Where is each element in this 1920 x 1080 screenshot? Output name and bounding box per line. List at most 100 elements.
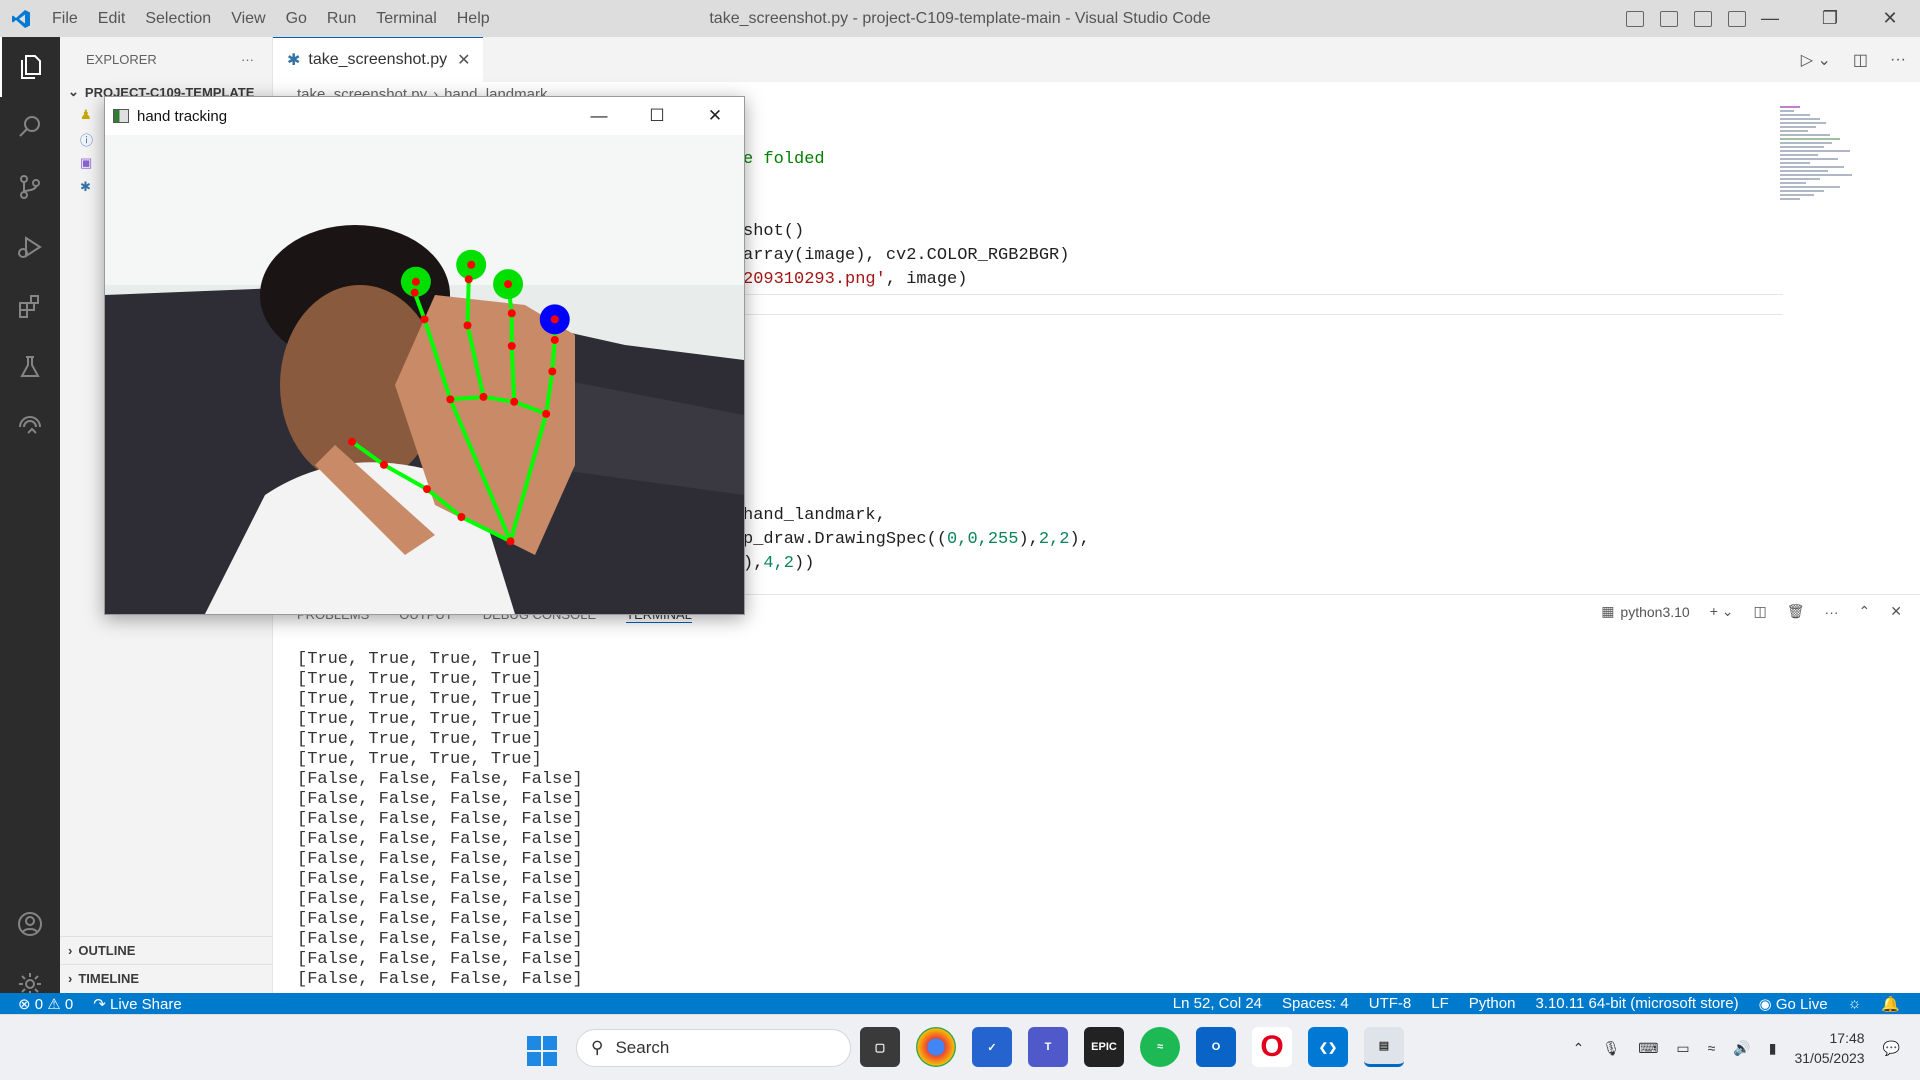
epic-games-icon[interactable]: EPIC (1084, 1027, 1124, 1067)
notification-center-icon[interactable]: 💬 (1883, 1040, 1900, 1057)
line-ending[interactable]: LF (1431, 995, 1449, 1012)
close-button[interactable]: ✕ (1860, 0, 1920, 37)
terminal-line: [True, True, True, True] (297, 650, 542, 669)
toggle-secondary-sidebar-icon[interactable] (1694, 10, 1712, 27)
terminal-selector[interactable]: ▦ python3.10 (1601, 603, 1690, 620)
run-debug-icon[interactable] (0, 217, 60, 277)
microphone-icon[interactable]: 🎙 (1602, 1040, 1620, 1057)
testing-icon[interactable] (0, 337, 60, 397)
chevron-up-icon[interactable]: ⌃ (1573, 1040, 1585, 1057)
code-line: p_draw.DrawingSpec((0,0,255),2,2), (743, 530, 1090, 549)
file-explorer-icon[interactable]: ▢ (860, 1027, 900, 1067)
outline-section[interactable]: › OUTLINE (60, 936, 272, 964)
go-live-button[interactable]: ◉ Go Live (1759, 995, 1828, 1013)
hand-landmark-point (422, 485, 431, 494)
warning-count: 0 (64, 995, 74, 1013)
webcam-frame (105, 135, 744, 614)
python-interpreter[interactable]: 3.10.11 64-bit (microsoft store) (1535, 995, 1738, 1012)
minimize-button[interactable]: — (570, 97, 628, 135)
code-line: array(image), cv2.COLOR_RGB2BGR) (743, 246, 1070, 265)
system-tray: ⌃ 🎙 ⌨ ▭ ≈ 🔊 ▮ 17:48 31/05/2023 💬 (1573, 1015, 1900, 1080)
windows-taskbar: ⚲ Search ▢ ✓ T EPIC ≈ O O ❮❯ ▤ ⌃ 🎙 ⌨ ▭ ≈… (0, 1014, 1920, 1080)
menu-selection[interactable]: Selection (135, 10, 221, 28)
hand-landmark-point (507, 309, 516, 318)
maximize-panel-icon[interactable]: ⌃ (1859, 603, 1871, 620)
more-actions-icon[interactable]: ··· (1825, 604, 1839, 620)
chevron-down-icon: ⌄ (68, 84, 79, 99)
menu-view[interactable]: View (221, 10, 275, 28)
new-terminal-icon[interactable]: + ⌄ (1710, 603, 1734, 620)
search-icon[interactable] (0, 97, 60, 157)
todo-icon[interactable]: ✓ (972, 1027, 1012, 1067)
taskbar-search[interactable]: ⚲ Search (576, 1029, 851, 1067)
opera-icon[interactable]: O (1252, 1027, 1292, 1067)
remote-explorer-icon[interactable] (0, 397, 60, 457)
battery-icon[interactable]: ▮ (1769, 1040, 1777, 1057)
chevron-right-icon: › (68, 943, 73, 958)
notifications-bell-icon[interactable]: 🔔 (1881, 995, 1900, 1013)
split-terminal-icon[interactable]: ◫ (1754, 603, 1767, 620)
taskbar-apps: ▢ ✓ T EPIC ≈ O O ❮❯ ▤ (860, 1027, 1404, 1067)
encoding[interactable]: UTF-8 (1369, 995, 1412, 1012)
terminal-line: [False, False, False, False] (297, 950, 583, 969)
volume-icon[interactable]: 🔊 (1733, 1040, 1750, 1057)
hand-tracking-window[interactable]: hand tracking — ☐ ✕ (104, 96, 745, 615)
outlook-icon[interactable]: O (1196, 1027, 1236, 1067)
kill-terminal-icon[interactable]: 🗑 (1787, 603, 1805, 620)
problems-status[interactable]: ⊗ 0 ⚠ 0 (18, 995, 73, 1013)
close-panel-icon[interactable]: ✕ (1890, 603, 1902, 620)
toggle-primary-sidebar-icon[interactable] (1626, 10, 1644, 27)
line-highlight-border (743, 314, 1783, 315)
menu-terminal[interactable]: Terminal (366, 10, 446, 28)
menu-help[interactable]: Help (447, 10, 500, 28)
menu-file[interactable]: File (42, 10, 88, 28)
outline-label: OUTLINE (78, 943, 136, 958)
close-button[interactable]: ✕ (686, 97, 744, 135)
spotify-icon[interactable]: ≈ (1140, 1027, 1180, 1067)
language-mode[interactable]: Python (1469, 995, 1516, 1012)
terminal-line: [False, False, False, False] (297, 810, 583, 829)
teams-icon[interactable]: T (1028, 1027, 1068, 1067)
hand-tracking-titlebar[interactable]: hand tracking — ☐ ✕ (105, 97, 744, 135)
vscode-icon[interactable]: ❮❯ (1308, 1027, 1348, 1067)
restore-button[interactable]: ❐ (1800, 0, 1860, 37)
python-window-icon[interactable]: ▤ (1364, 1027, 1404, 1067)
run-file-icon[interactable]: ▷ ⌄ (1801, 50, 1831, 70)
close-icon[interactable]: ✕ (457, 50, 470, 70)
toggle-panel-icon[interactable] (1660, 10, 1678, 27)
more-actions-icon[interactable]: ··· (1890, 51, 1906, 69)
tablet-icon[interactable]: ▭ (1676, 1040, 1689, 1057)
explorer-icon[interactable] (0, 37, 60, 97)
maximize-button[interactable]: ☐ (628, 97, 686, 135)
menu-go[interactable]: Go (276, 10, 317, 28)
hand-landmark-point (506, 537, 515, 546)
menu-edit[interactable]: Edit (88, 10, 136, 28)
minimap[interactable] (1780, 106, 1860, 256)
extensions-icon[interactable] (0, 277, 60, 337)
live-share-status[interactable]: ↷ Live Share (93, 995, 181, 1013)
feedback-icon[interactable]: ☼ (1848, 995, 1862, 1012)
layout-controls (1626, 0, 1746, 37)
hand-landmark-point (411, 277, 420, 286)
timeline-section[interactable]: › TIMELINE (60, 964, 272, 992)
status-left: ⊗ 0 ⚠ 0 ↷ Live Share (0, 995, 182, 1013)
split-editor-icon[interactable]: ◫ (1853, 50, 1868, 70)
opencv-window-icon (113, 109, 129, 123)
wifi-icon[interactable]: ≈ (1708, 1040, 1716, 1056)
accounts-icon[interactable] (0, 894, 60, 954)
code-text: ), (743, 554, 764, 573)
clock[interactable]: 17:48 31/05/2023 (1794, 1028, 1864, 1068)
keyboard-icon[interactable]: ⌨ (1638, 1040, 1658, 1057)
indentation[interactable]: Spaces: 4 (1282, 995, 1349, 1012)
minimize-button[interactable]: — (1740, 0, 1800, 37)
chrome-icon[interactable] (916, 1027, 956, 1067)
cursor-position[interactable]: Ln 52, Col 24 (1173, 995, 1262, 1012)
status-right: Ln 52, Col 24 Spaces: 4 UTF-8 LF Python … (1173, 993, 1900, 1014)
more-actions-icon[interactable]: ··· (241, 52, 254, 67)
windows-start-icon[interactable] (527, 1036, 557, 1071)
source-control-icon[interactable] (0, 157, 60, 217)
tab-take-screenshot[interactable]: ✱ take_screenshot.py ✕ (273, 37, 483, 82)
terminal-output[interactable]: [True, True, True, True] [True, True, Tru… (297, 650, 583, 990)
menu-run[interactable]: Run (317, 10, 366, 28)
status-bar: ⊗ 0 ⚠ 0 ↷ Live Share Ln 52, Col 24 Space… (0, 993, 1920, 1014)
